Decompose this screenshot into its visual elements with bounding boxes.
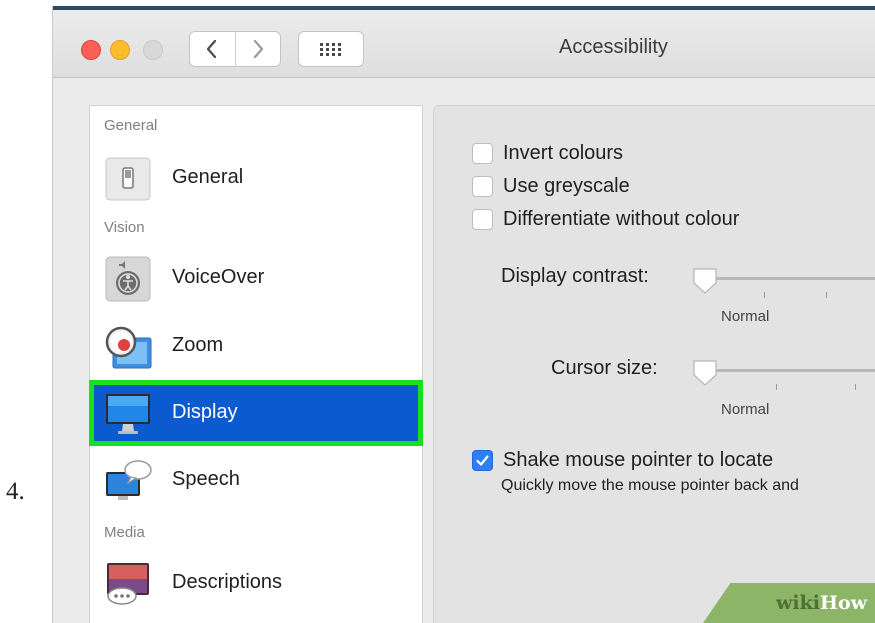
sidebar-item-label: General bbox=[172, 166, 244, 188]
minimize-window-button[interactable] bbox=[110, 40, 130, 60]
preferences-window: Accessibility General General Vision Voi… bbox=[52, 6, 875, 623]
sidebar-item-speech[interactable]: Speech bbox=[90, 451, 422, 511]
screenshot-page: 4. Accessibility General General Vision … bbox=[0, 0, 875, 623]
grid-icon bbox=[320, 43, 341, 56]
sidebar-item-general[interactable]: General bbox=[90, 149, 422, 209]
differentiate-without-colour-checkbox[interactable] bbox=[472, 209, 493, 230]
speech-bubble-icon bbox=[106, 460, 152, 500]
wikihow-logo: wikiHow bbox=[776, 592, 867, 614]
wikihow-watermark: wikiHow bbox=[703, 583, 875, 623]
sidebar-item-label: VoiceOver bbox=[172, 266, 265, 288]
sidebar-item-voiceover[interactable]: VoiceOver bbox=[90, 249, 422, 309]
voiceover-icon bbox=[105, 256, 151, 302]
differentiate-without-colour-option[interactable]: Differentiate without colour bbox=[472, 208, 739, 231]
back-button[interactable] bbox=[190, 32, 235, 66]
display-contrast-label: Display contrast: bbox=[501, 265, 649, 287]
close-window-button[interactable] bbox=[81, 40, 101, 60]
monitor-icon bbox=[106, 394, 150, 434]
sidebar-item-label: Descriptions bbox=[172, 571, 283, 593]
chevron-right-icon bbox=[253, 39, 263, 59]
step-number: 4. bbox=[6, 478, 25, 505]
differentiate-without-colour-label: Differentiate without colour bbox=[503, 208, 740, 230]
display-contrast-value: Normal bbox=[721, 308, 770, 325]
use-greyscale-option[interactable]: Use greyscale bbox=[472, 175, 630, 198]
sidebar-item-zoom[interactable]: Zoom bbox=[90, 317, 422, 377]
shake-pointer-option[interactable]: Shake mouse pointer to locate bbox=[472, 449, 773, 472]
sidebar-item-display[interactable]: Display bbox=[89, 380, 423, 446]
title-bar: Accessibility bbox=[53, 10, 875, 78]
section-label-media: Media bbox=[104, 524, 145, 541]
invert-colours-label: Invert colours bbox=[503, 142, 624, 164]
show-all-button[interactable] bbox=[298, 31, 364, 67]
sidebar-item-label: Zoom bbox=[172, 334, 224, 356]
shake-pointer-checkbox[interactable] bbox=[472, 450, 493, 471]
slider-tick bbox=[764, 292, 765, 298]
sidebar: General General Vision VoiceOver Zoom Di… bbox=[89, 105, 423, 623]
use-greyscale-checkbox[interactable] bbox=[472, 176, 493, 197]
shake-pointer-label: Shake mouse pointer to locate bbox=[503, 449, 774, 471]
sidebar-item-label: Speech bbox=[172, 468, 240, 490]
cursor-size-thumb[interactable] bbox=[692, 359, 718, 387]
navigation-buttons bbox=[189, 31, 281, 67]
sidebar-item-label: Display bbox=[172, 401, 238, 423]
display-contrast-thumb[interactable] bbox=[692, 267, 718, 295]
sidebar-item-descriptions[interactable]: Descriptions bbox=[90, 554, 422, 614]
section-label-vision: Vision bbox=[104, 219, 145, 236]
watermark-part-wiki: wiki bbox=[776, 592, 821, 614]
magnifier-icon bbox=[105, 326, 152, 369]
cursor-size-track bbox=[702, 369, 875, 372]
zoom-window-button[interactable] bbox=[143, 40, 163, 60]
slider-tick bbox=[826, 292, 827, 298]
invert-colours-option[interactable]: Invert colours bbox=[472, 142, 623, 165]
invert-colours-checkbox[interactable] bbox=[472, 143, 493, 164]
descriptions-icon bbox=[107, 563, 149, 605]
display-contrast-track bbox=[702, 277, 875, 280]
shake-pointer-description: Quickly move the mouse pointer back and bbox=[501, 477, 799, 494]
use-greyscale-label: Use greyscale bbox=[503, 175, 630, 197]
slider-tick bbox=[776, 384, 777, 390]
window-title: Accessibility bbox=[559, 36, 668, 58]
cursor-size-label: Cursor size: bbox=[551, 357, 658, 379]
slider-tick bbox=[855, 384, 856, 390]
switch-icon bbox=[105, 157, 151, 201]
chevron-left-icon bbox=[207, 39, 217, 59]
cursor-size-value: Normal bbox=[721, 401, 770, 418]
forward-button[interactable] bbox=[234, 32, 281, 66]
checkmark-icon bbox=[476, 455, 489, 466]
watermark-part-how: How bbox=[820, 592, 867, 614]
section-label-general: General bbox=[104, 117, 158, 134]
display-settings-pane: Invert colours Use greyscale Differentia… bbox=[433, 105, 875, 623]
